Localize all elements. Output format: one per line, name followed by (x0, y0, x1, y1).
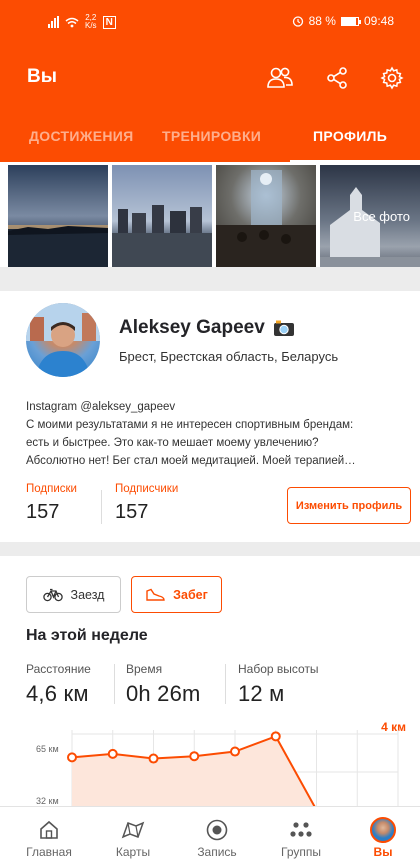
photo-thumbnail[interactable] (216, 165, 316, 267)
tab-profile[interactable]: ПРОФИЛЬ (313, 128, 387, 144)
chart-point (189, 751, 200, 762)
section-divider (0, 267, 420, 291)
battery-icon (340, 16, 361, 26)
section-divider (0, 542, 420, 556)
profile-tabs: ДОСТИЖЕНИЯ ТРЕНИРОВКИ ПРОФИЛЬ (0, 114, 420, 162)
nav-maps-label: Карты (115, 845, 151, 859)
network-speed-unit: K/s (85, 21, 97, 30)
following-count: 157 (26, 501, 60, 523)
status-bar: 2,2 K/s N 88 % 09:48 (0, 0, 420, 44)
chart-y-label: 32 км (36, 796, 59, 806)
chart-point (270, 731, 281, 742)
bio-line: есть и быстрее. Это как-то мешает моему … (26, 437, 319, 449)
app-header: Вы (0, 44, 420, 114)
distance-value: 4,6 км (26, 681, 89, 706)
map-icon (121, 821, 145, 839)
battery-percent: 88 % (308, 14, 336, 28)
profile-name: Aleksey Gapeev (119, 317, 295, 339)
status-left: 2,2 K/s N (48, 14, 116, 30)
followers-label: Подписчики (115, 483, 179, 495)
stat-divider (114, 664, 115, 704)
follow-divider (101, 490, 102, 524)
avatar (370, 817, 396, 843)
photo-strip: Все фото (8, 165, 420, 267)
following-stat[interactable]: Подписки 157 (26, 483, 77, 524)
nav-you[interactable]: Вы (348, 815, 418, 859)
nav-record[interactable]: Запись (182, 815, 252, 859)
avatar[interactable] (26, 303, 100, 377)
signal-icon (48, 16, 59, 28)
photo-thumbnail-all[interactable]: Все фото (320, 165, 420, 267)
elevation-stat: Набор высоты 12 м (238, 662, 319, 707)
weekly-chart (67, 730, 399, 806)
bio-line: Instagram @aleksey_gapeev (26, 401, 176, 413)
nfc-icon: N (102, 15, 116, 29)
chart-point (107, 748, 118, 759)
chart-point (148, 753, 159, 764)
followers-count: 157 (115, 501, 149, 523)
run-toggle-button[interactable]: Забег (131, 576, 222, 613)
time-value: 0h 26m (126, 681, 201, 706)
page-title: Вы (27, 66, 57, 87)
wifi-icon (65, 17, 79, 27)
week-title: На этой неделе (26, 627, 148, 644)
following-label: Подписки (26, 483, 77, 495)
people-icon[interactable] (264, 62, 296, 94)
chart-y-label: 65 км (36, 744, 59, 754)
nav-record-label: Запись (197, 845, 237, 859)
tab-achievements[interactable]: ДОСТИЖЕНИЯ (29, 128, 133, 144)
settings-icon[interactable] (376, 62, 408, 94)
run-label: Забег (173, 587, 208, 602)
ride-label: Заезд (70, 587, 105, 602)
alarm-icon (292, 16, 303, 27)
distance-stat: Расстояние 4,6 км (26, 662, 91, 707)
shoe-icon (146, 588, 165, 601)
record-icon (206, 819, 228, 841)
nav-groups-label: Группы (281, 845, 321, 859)
active-tab-indicator (290, 160, 420, 163)
elevation-label: Набор высоты (238, 662, 319, 676)
nav-you-label: Вы (373, 845, 393, 859)
chart-point (230, 746, 240, 757)
clock: 09:48 (363, 14, 394, 28)
elevation-value: 12 м (238, 681, 285, 706)
bottom-navigation: Главная Карты Запись Группы Вы (0, 806, 420, 868)
camera-icon (273, 320, 294, 336)
photo-thumbnail[interactable] (112, 165, 212, 267)
bio-line: Абсолютно нет! Бег стал моей медитацией.… (26, 455, 356, 467)
chart-point (67, 752, 77, 763)
time-label: Время (126, 662, 163, 676)
bike-icon (42, 588, 63, 601)
distance-label: Расстояние (26, 662, 91, 676)
ride-toggle-button[interactable]: Заезд (26, 576, 121, 613)
nav-maps[interactable]: Карты (98, 815, 168, 859)
photo-thumbnail[interactable] (8, 165, 108, 267)
followers-stat[interactable]: Подписчики 157 (115, 483, 178, 524)
share-icon[interactable] (321, 62, 353, 94)
status-right: 88 % 09:48 (292, 14, 394, 28)
nav-home[interactable]: Главная (14, 815, 84, 859)
nav-groups[interactable]: Группы (266, 815, 336, 859)
tab-workouts[interactable]: ТРЕНИРОВКИ (162, 128, 261, 144)
time-stat: Время 0h 26m (126, 662, 201, 707)
athlete-name: Aleksey Gapeev (119, 317, 265, 338)
bio-line: С моими результатами я не интересен спор… (26, 419, 354, 431)
stat-divider (225, 664, 226, 704)
profile-location: Брест, Брестская область, Беларусь (119, 349, 339, 364)
network-speed: 2,2 K/s (85, 14, 97, 30)
profile-bio: Instagram @aleksey_gapeev С моими резуль… (26, 398, 408, 470)
home-icon (40, 820, 58, 839)
groups-icon (290, 822, 312, 837)
edit-profile-button[interactable]: Изменить профиль (287, 487, 411, 524)
nav-home-label: Главная (26, 845, 72, 859)
all-photos-label: Все фото (353, 209, 410, 224)
